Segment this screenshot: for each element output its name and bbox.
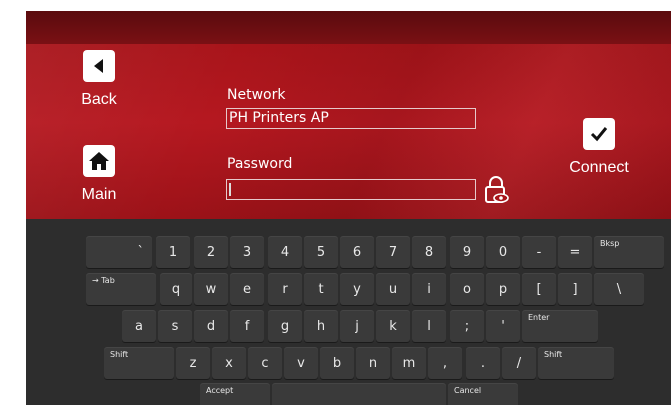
c-key[interactable]: c [248, 347, 282, 379]
network-label: Network [227, 87, 286, 103]
i-key[interactable]: i [412, 273, 446, 305]
7-key[interactable]: 7 [376, 236, 410, 268]
period-key[interactable]: . [466, 347, 500, 379]
top-bar [26, 11, 671, 44]
backslash-key[interactable]: \ [594, 273, 644, 305]
w-key[interactable]: w [194, 273, 228, 305]
text-caret [229, 183, 231, 196]
2-key[interactable]: 2 [194, 236, 228, 268]
left-bracket-key[interactable]: [ [522, 273, 556, 305]
tab-key[interactable]: → Tab [86, 273, 156, 305]
8-key[interactable]: 8 [412, 236, 446, 268]
back-button[interactable]: Back [76, 50, 122, 109]
d-key[interactable]: d [194, 310, 228, 342]
b-key[interactable]: b [320, 347, 354, 379]
shift-key[interactable]: Shift [104, 347, 174, 379]
back-icon-box[interactable] [83, 50, 115, 82]
right-bracket-key[interactable]: ] [558, 273, 592, 305]
l-key[interactable]: l [412, 310, 446, 342]
y-key[interactable]: y [340, 273, 374, 305]
s-key[interactable]: s [158, 310, 192, 342]
connect-label: Connect [569, 159, 629, 176]
5-key[interactable]: 5 [304, 236, 338, 268]
password-field[interactable] [226, 179, 476, 200]
f-key[interactable]: f [230, 310, 264, 342]
o-key[interactable]: o [450, 273, 484, 305]
back-arrow-icon [94, 59, 103, 73]
x-key[interactable]: x [212, 347, 246, 379]
v-key[interactable]: v [284, 347, 318, 379]
z-key[interactable]: z [176, 347, 210, 379]
back-label: Back [81, 91, 117, 108]
space-key[interactable] [272, 383, 446, 405]
main-label: Main [81, 186, 117, 203]
home-icon [89, 152, 109, 170]
network-field[interactable]: PH Printers AP [226, 108, 476, 129]
bksp-key[interactable]: Bksp [594, 236, 664, 268]
n-key[interactable]: n [356, 347, 390, 379]
shift-key[interactable]: Shift [538, 347, 614, 379]
equals-key[interactable]: = [558, 236, 592, 268]
0-key[interactable]: 0 [486, 236, 520, 268]
9-key[interactable]: 9 [450, 236, 484, 268]
main-icon-box[interactable] [83, 145, 115, 177]
on-screen-keyboard: ` 1 2 3 4 5 6 7 8 9 0- = Bksp → Tab q w e r t y u i o p[] \ a s d f g… [26, 219, 671, 405]
a-key[interactable]: a [122, 310, 156, 342]
m-key[interactable]: m [392, 347, 426, 379]
connect-icon-box[interactable] [583, 118, 615, 150]
screen: Back Main Connect Network PH Printers AP… [26, 11, 671, 405]
connect-button[interactable]: Connect [559, 118, 639, 177]
password-label: Password [227, 156, 293, 172]
q-key[interactable]: q [160, 273, 192, 305]
lock-eye-icon[interactable] [483, 175, 511, 205]
e-key[interactable]: e [230, 273, 264, 305]
j-key[interactable]: j [340, 310, 374, 342]
enter-key[interactable]: Enter [522, 310, 598, 342]
g-key[interactable]: g [268, 310, 302, 342]
network-value: PH Printers AP [229, 110, 329, 126]
semicolon-key[interactable]: ; [450, 310, 484, 342]
checkmark-icon [590, 127, 608, 142]
cancel-key[interactable]: Cancel [448, 383, 518, 405]
accept-key[interactable]: Accept [200, 383, 270, 405]
minus-key[interactable]: - [522, 236, 556, 268]
r-key[interactable]: r [268, 273, 302, 305]
u-key[interactable]: u [376, 273, 410, 305]
comma-key[interactable]: , [428, 347, 462, 379]
h-key[interactable]: h [304, 310, 338, 342]
6-key[interactable]: 6 [340, 236, 374, 268]
p-key[interactable]: p [486, 273, 520, 305]
t-key[interactable]: t [304, 273, 338, 305]
3-key[interactable]: 3 [230, 236, 264, 268]
slash-key[interactable]: / [502, 347, 536, 379]
main-button[interactable]: Main [76, 145, 122, 204]
k-key[interactable]: k [376, 310, 410, 342]
apostrophe-key[interactable]: ' [486, 310, 520, 342]
4-key[interactable]: 4 [268, 236, 302, 268]
1-key[interactable]: 1 [156, 236, 190, 268]
backtick-key[interactable]: ` [86, 236, 152, 268]
